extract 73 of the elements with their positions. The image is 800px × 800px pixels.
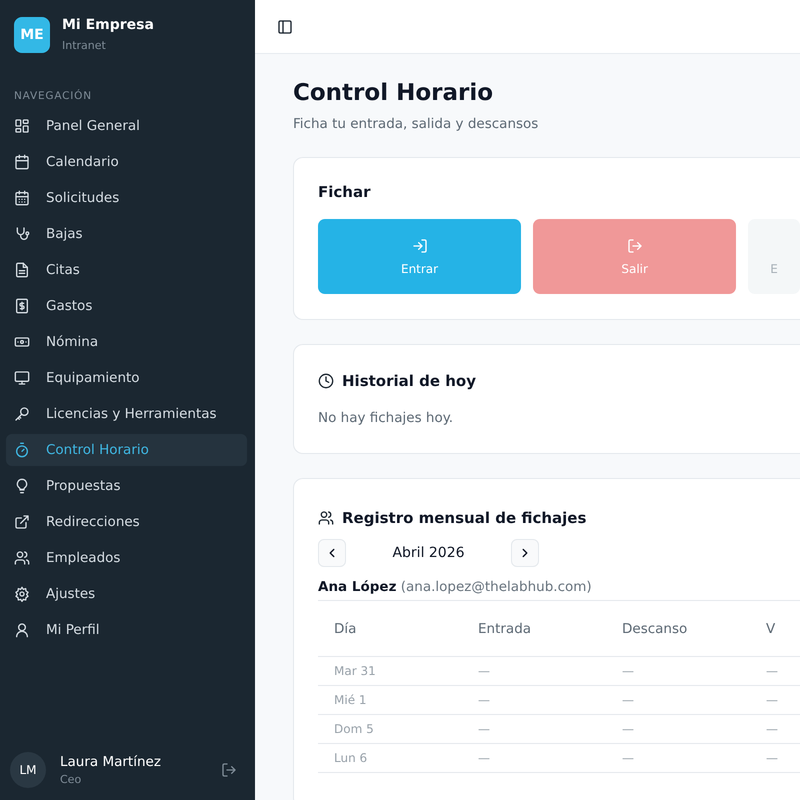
table-cell: — [766, 664, 778, 678]
sidebar-toggle-button[interactable] [277, 18, 293, 34]
table-cell: — [478, 751, 490, 765]
user-avatar: LM [10, 752, 46, 788]
stethoscope-icon [14, 226, 30, 242]
key-icon [14, 406, 30, 422]
nav-item[interactable]: Mi Perfil [6, 614, 247, 646]
nav-item[interactable]: Equipamiento [6, 362, 247, 394]
external-link-icon [14, 514, 30, 530]
user-icon [14, 622, 30, 638]
table-cell: — [622, 722, 634, 736]
card-title: Historial de hoy [342, 372, 476, 390]
logout-icon [221, 762, 237, 778]
table-cell: Lun 6 [334, 751, 368, 765]
user-role: Ceo [60, 773, 82, 786]
table-cell: — [622, 664, 634, 678]
nav-item[interactable]: Solicitudes [6, 182, 247, 214]
calendar-icon [14, 154, 30, 170]
table-cell: — [766, 751, 778, 765]
card-title: Fichar [318, 183, 372, 201]
company-name: Mi Empresa [62, 17, 154, 33]
table-cell: — [766, 693, 778, 707]
users-icon [318, 510, 334, 526]
empty-message: No hay fichajes hoy. [318, 410, 454, 426]
nav-item[interactable]: Ajustes [6, 578, 247, 610]
monitor-icon [14, 370, 30, 386]
nav-item[interactable]: Redirecciones [6, 506, 247, 538]
login-icon [412, 238, 428, 254]
users-icon [14, 550, 30, 566]
nav-item[interactable]: Bajas [6, 218, 247, 250]
table-cell: Dom 5 [334, 722, 374, 736]
nav-item[interactable]: Licencias y Herramientas [6, 398, 247, 430]
next-month-button[interactable] [511, 539, 539, 567]
table-cell: — [622, 751, 634, 765]
nav-item[interactable]: Propuestas [6, 470, 247, 502]
page-subtitle: Ficha tu entrada, salida y descansos [293, 116, 540, 132]
settings-icon [14, 586, 30, 602]
table-cell: — [478, 693, 490, 707]
logo: ME [14, 17, 50, 53]
document-icon [14, 262, 30, 278]
nav-item[interactable]: Panel General [6, 110, 247, 142]
stopwatch-icon [14, 442, 30, 458]
page-title: Control Horario [293, 80, 494, 106]
lightbulb-icon [14, 478, 30, 494]
table-cell: Mié 1 [334, 693, 367, 707]
table-cell: Mar 31 [334, 664, 376, 678]
nav-item[interactable]: Nómina [6, 326, 247, 358]
nav-item[interactable]: Control Horario [6, 434, 247, 466]
nav-item[interactable]: Calendario [6, 146, 247, 178]
nav-item[interactable]: Empleados [6, 542, 247, 574]
grid-icon [14, 118, 30, 134]
dollar-icon [14, 298, 30, 314]
previous-month-button[interactable] [318, 539, 346, 567]
column-header: Descanso [622, 620, 688, 636]
clock-icon [318, 373, 334, 389]
calendar-icon [14, 190, 30, 206]
nav-item[interactable]: Gastos [6, 290, 247, 322]
card-title: Registro mensual de fichajes [342, 509, 586, 527]
employee-email: (ana.lopez@thelabhub.com) [400, 579, 592, 595]
employee-name: Ana López [318, 579, 396, 595]
nav-section-label: NAVEGACIÓN [14, 90, 93, 102]
user-name: Laura Martínez [60, 754, 162, 770]
month-label: Abril 2026 [391, 545, 466, 561]
logout-icon [626, 238, 643, 254]
nav-item[interactable]: Citas [6, 254, 247, 286]
column-header: Día [334, 620, 356, 636]
table-cell: — [622, 693, 634, 707]
company-subtitle: Intranet [62, 39, 107, 52]
table-cell: — [766, 722, 778, 736]
column-header: Entrada [478, 620, 532, 636]
table-cell: — [478, 664, 490, 678]
table-cell: — [478, 722, 490, 736]
column-header: V [766, 620, 776, 636]
